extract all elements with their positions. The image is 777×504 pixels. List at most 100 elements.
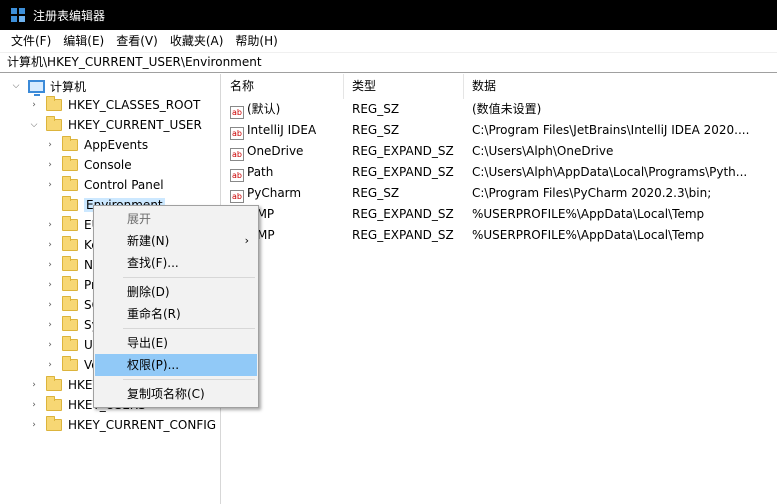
value-name: IntelliJ IDEA	[247, 123, 317, 137]
value-type: REG_EXPAND_SZ	[352, 228, 454, 242]
chevron-right-icon[interactable]: ›	[28, 399, 40, 411]
chevron-right-icon[interactable]: ›	[44, 139, 56, 151]
chevron-right-icon[interactable]: ›	[44, 359, 56, 371]
folder-icon	[62, 316, 78, 331]
tree-item-un[interactable]: › Un	[44, 335, 100, 355]
value-type: REG_EXPAND_SZ	[352, 144, 454, 158]
chevron-right-icon[interactable]: ›	[44, 239, 56, 251]
tree-item-hklm[interactable]: › HKEY	[28, 375, 100, 395]
column-header-name[interactable]: 名称	[222, 74, 344, 99]
value-name: PyCharm	[247, 186, 302, 200]
chevron-right-icon[interactable]: ›	[44, 259, 56, 271]
menu-item-permissions[interactable]: 权限(P)...	[95, 354, 257, 376]
tree-item-control-panel[interactable]: › Control Panel	[44, 175, 164, 195]
folder-icon	[46, 396, 62, 411]
menu-item-copy-key-name[interactable]: 复制项名称(C)	[95, 383, 257, 405]
value-data: C:\Users\Alph\OneDrive	[472, 144, 614, 158]
menu-bar: 文件(F) 编辑(E) 查看(V) 收藏夹(A) 帮助(H)	[0, 30, 777, 52]
tree-item-vo[interactable]: › Vo	[44, 355, 99, 375]
regedit-app-icon	[11, 7, 26, 23]
menu-separator	[123, 277, 255, 278]
folder-icon	[46, 376, 62, 391]
string-value-icon: ab	[230, 190, 244, 203]
menu-file[interactable]: 文件(F)	[5, 30, 57, 52]
tree-item-appevents[interactable]: › AppEvents	[44, 135, 148, 155]
chevron-right-icon[interactable]: ›	[44, 319, 56, 331]
value-row[interactable]: EMP REG_EXPAND_SZ %USERPROFILE%\AppData\…	[222, 204, 777, 225]
menu-item-export[interactable]: 导出(E)	[95, 332, 257, 354]
address-bar[interactable]: 计算机\HKEY_CURRENT_USER\Environment	[0, 52, 777, 73]
chevron-right-icon[interactable]: ›	[28, 379, 40, 391]
tree-item-pri[interactable]: › Pri	[44, 275, 99, 295]
tree-label: Console	[84, 158, 132, 172]
menu-view[interactable]: 查看(V)	[110, 30, 164, 52]
chevron-right-icon[interactable]: ›	[28, 419, 40, 431]
folder-icon	[62, 236, 78, 251]
value-data: C:\Users\Alph\AppData\Local\Programs\Pyt…	[472, 165, 748, 179]
registry-editor-window: 注册表编辑器 文件(F) 编辑(E) 查看(V) 收藏夹(A) 帮助(H) 计算…	[0, 0, 777, 504]
folder-icon	[62, 256, 78, 271]
value-row[interactable]: MP REG_EXPAND_SZ %USERPROFILE%\AppData\L…	[222, 225, 777, 246]
tree-item-hkcr[interactable]: › HKEY_CLASSES_ROOT	[28, 95, 200, 115]
value-type: REG_SZ	[352, 123, 400, 137]
chevron-right-icon[interactable]: ›	[44, 219, 56, 231]
menu-edit[interactable]: 编辑(E)	[57, 30, 110, 52]
value-row[interactable]: ab PyCharm REG_SZ C:\Program Files\PyChar…	[222, 183, 777, 204]
value-type: REG_SZ	[352, 186, 400, 200]
menu-item-expand[interactable]: 展开	[95, 208, 257, 230]
tree-label: 计算机	[50, 79, 87, 94]
chevron-right-icon[interactable]: ›	[44, 299, 56, 311]
folder-icon	[62, 356, 78, 371]
string-value-icon: ab	[230, 148, 244, 161]
value-row[interactable]: ab IntelliJ IDEA REG_SZ C:\Program Files\…	[222, 120, 777, 141]
title-bar: 注册表编辑器	[0, 0, 777, 30]
value-type: REG_SZ	[352, 102, 400, 116]
chevron-down-icon[interactable]: ⌵	[10, 80, 22, 92]
tree-label: HKEY_CLASSES_ROOT	[68, 98, 201, 112]
computer-icon	[28, 79, 45, 96]
value-type: REG_EXPAND_SZ	[352, 207, 454, 221]
chevron-right-icon[interactable]: ›	[28, 99, 40, 111]
tree-item-sy[interactable]: › Sy	[44, 315, 99, 335]
tree-item-hkcc[interactable]: › HKEY_CURRENT_CONFIG	[28, 415, 216, 435]
string-value-icon: ab	[230, 169, 244, 182]
menu-item-rename[interactable]: 重命名(R)	[95, 303, 257, 325]
tree-label: Control Panel	[84, 178, 164, 192]
column-header-type[interactable]: 类型	[344, 74, 464, 99]
menu-item-new[interactable]: 新建(N) ›	[95, 230, 257, 252]
folder-icon	[46, 416, 62, 431]
string-value-icon: ab	[230, 127, 244, 140]
value-name: (默认)	[247, 102, 281, 116]
menu-favorites[interactable]: 收藏夹(A)	[164, 30, 230, 52]
column-header-data[interactable]: 数据	[464, 74, 777, 99]
submenu-arrow-icon: ›	[244, 234, 249, 247]
chevron-right-icon[interactable]: ›	[44, 179, 56, 191]
tree-item-console[interactable]: › Console	[44, 155, 132, 175]
value-data: C:\Program Files\PyCharm 2020.2.3\bin;	[472, 186, 712, 200]
menu-separator	[123, 379, 255, 380]
value-data: %USERPROFILE%\AppData\Local\Temp	[472, 228, 705, 242]
value-row[interactable]: ab Path REG_EXPAND_SZ C:\Users\Alph\AppDa…	[222, 162, 777, 183]
folder-icon	[62, 216, 78, 231]
value-data: (数值未设置)	[472, 102, 542, 116]
folder-icon	[62, 276, 78, 291]
menu-item-delete[interactable]: 删除(D)	[95, 281, 257, 303]
value-row[interactable]: ab OneDrive REG_EXPAND_SZ C:\Users\Alph\O…	[222, 141, 777, 162]
tree-item-ne[interactable]: › Ne	[44, 255, 100, 275]
menu-help[interactable]: 帮助(H)	[229, 30, 283, 52]
chevron-right-icon[interactable]: ›	[44, 279, 56, 291]
value-data: C:\Program Files\JetBrains\IntelliJ IDEA…	[472, 123, 750, 137]
chevron-right-icon[interactable]: ›	[44, 339, 56, 351]
value-row[interactable]: ab (默认) REG_SZ (数值未设置)	[222, 99, 777, 120]
menu-item-find[interactable]: 查找(F)...	[95, 252, 257, 274]
tree-item-hkcu[interactable]: ⌵ HKEY_CURRENT_USER	[28, 115, 202, 135]
menu-separator	[123, 328, 255, 329]
chevron-right-icon[interactable]: ›	[44, 159, 56, 171]
tree-item-eu[interactable]: › EU	[44, 215, 100, 235]
tree-item-ke[interactable]: › Ke	[44, 235, 99, 255]
chevron-down-icon[interactable]: ⌵	[28, 119, 40, 131]
folder-icon	[62, 296, 78, 311]
tree-label: HKEY_CURRENT_CONFIG	[68, 418, 217, 432]
folder-icon	[62, 336, 78, 351]
tree-item-computer[interactable]: ⌵ 计算机	[10, 76, 86, 96]
